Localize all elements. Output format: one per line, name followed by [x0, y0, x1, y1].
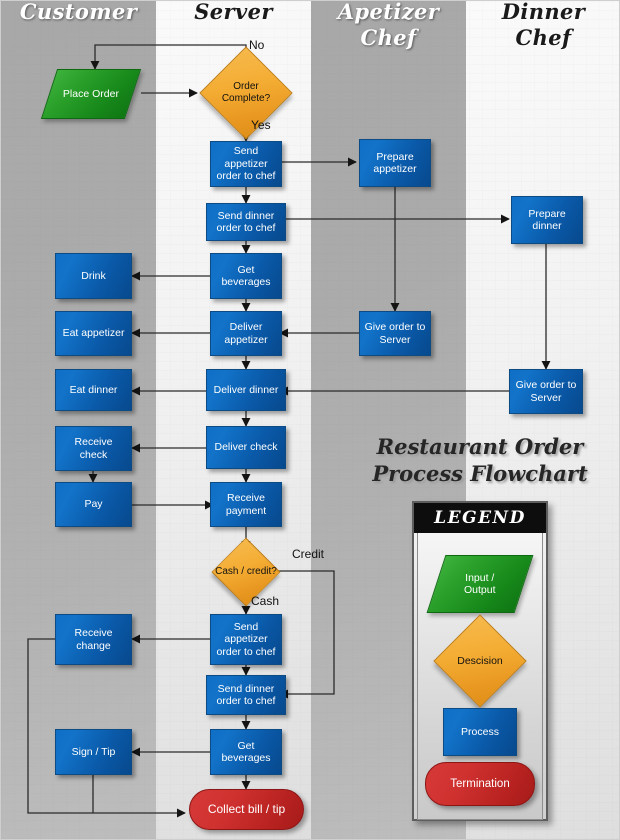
node-deliver-appetizer-label: Deliver appetizer [224, 321, 268, 346]
node-drink[interactable]: Drink [55, 253, 132, 299]
node-send-dinner-order[interactable]: Send dinner order to chef [206, 203, 286, 241]
node-prepare-dinner-label: Prepare dinner [528, 207, 566, 233]
node-prepare-appetizer[interactable]: Prepare appetizer [359, 139, 431, 187]
node-deliver-check-label: Deliver check [214, 441, 278, 454]
edge-label-no: No [249, 38, 265, 52]
termination-icon: Termination [425, 762, 535, 806]
legend-item-input-output: Input / Output [418, 555, 542, 613]
chart-title-line1: Restaurant Order [376, 434, 584, 459]
node-send-dinner-order-label: Send dinner order to chef [216, 209, 276, 235]
node-deliver-dinner-label: Deliver dinner [213, 383, 279, 396]
legend-input-output-line1: Input / [465, 572, 495, 584]
legend-header: LEGEND [414, 503, 546, 533]
flowchart-canvas: Customer Server Apetizer Chef Dinner Che… [0, 0, 620, 840]
node-receive-change-label: Receive change [74, 627, 113, 652]
node-give-order-to-server-dinner-label: Give order to Server [515, 379, 577, 404]
node-give-order-to-server-dinner[interactable]: Give order to Server [509, 369, 583, 414]
node-cash-credit-label: Cash / credit? [215, 566, 277, 577]
node-cash-credit[interactable]: Cash / credit? [211, 537, 281, 607]
legend-body: Input / Output Descision Process Termina [417, 533, 543, 820]
legend-item-decision: Descision [418, 614, 542, 708]
node-get-beverages-2-label: Get beverages [221, 739, 271, 765]
node-receive-change[interactable]: Receive change [55, 614, 132, 665]
node-send-appetizer-order[interactable]: Send appetizer order to chef [210, 141, 282, 187]
node-give-order-to-server-appetizer[interactable]: Give order to Server [359, 311, 431, 356]
legend-panel: LEGEND Input / Output Descision Process … [412, 501, 548, 821]
legend-termination-label: Termination [450, 778, 510, 790]
node-pay[interactable]: Pay [55, 482, 132, 527]
chart-title: Restaurant Order Process Flowchart [349, 433, 611, 487]
node-receive-payment[interactable]: Receive payment [210, 482, 282, 527]
node-get-beverages[interactable]: Get beverages [210, 253, 282, 299]
node-receive-payment-label: Receive payment [225, 492, 267, 517]
chart-title-line2: Process Flowchart [372, 461, 588, 486]
legend-decision-label: Descision [457, 655, 503, 667]
node-eat-appetizer-label: Eat appetizer [62, 327, 125, 340]
node-prepare-dinner[interactable]: Prepare dinner [511, 196, 583, 244]
node-pay-label: Pay [84, 498, 103, 511]
legend-process-label: Process [461, 726, 499, 738]
node-place-order-label: Place Order [62, 87, 120, 100]
node-sign-tip-label: Sign / Tip [71, 745, 116, 758]
node-prepare-appetizer-label: Prepare appetizer [373, 150, 417, 176]
node-collect-bill-tip-label: Collect bill / tip [207, 802, 286, 817]
node-sign-tip[interactable]: Sign / Tip [55, 729, 132, 775]
node-send-appetizer-order-2[interactable]: Send appetizer order to chef [210, 614, 282, 665]
edge-label-credit: Credit [292, 547, 325, 561]
node-receive-check[interactable]: Receive check [55, 426, 132, 471]
legend-item-termination: Termination [418, 762, 542, 806]
process-icon: Process [443, 708, 517, 756]
node-give-order-to-server-appetizer-label: Give order to Server [364, 321, 426, 346]
node-eat-dinner[interactable]: Eat dinner [55, 369, 132, 411]
node-drink-label: Drink [81, 269, 106, 282]
legend-input-output-label: Input / Output [464, 572, 496, 596]
node-send-dinner-order-2-label: Send dinner order to chef [216, 682, 276, 708]
node-eat-appetizer[interactable]: Eat appetizer [55, 311, 132, 356]
edge-label-yes: Yes [251, 118, 271, 132]
input-output-icon: Input / Output [426, 555, 534, 613]
edge-receive-change-to-collect-bill [27, 638, 186, 818]
legend-item-process: Process [418, 708, 542, 756]
edge-label-cash: Cash [251, 594, 280, 608]
node-deliver-dinner[interactable]: Deliver dinner [206, 369, 286, 411]
node-order-complete[interactable]: Order Complete? [199, 46, 293, 140]
node-deliver-check[interactable]: Deliver check [206, 426, 286, 469]
node-place-order[interactable]: Place Order [40, 69, 142, 119]
legend-input-output-line2: Output [464, 584, 496, 596]
node-send-dinner-order-2[interactable]: Send dinner order to chef [206, 675, 286, 715]
node-deliver-appetizer[interactable]: Deliver appetizer [210, 311, 282, 356]
node-collect-bill-tip[interactable]: Collect bill / tip [189, 789, 304, 830]
node-get-beverages-2[interactable]: Get beverages [210, 729, 282, 775]
node-receive-check-label: Receive check [74, 436, 113, 461]
node-send-appetizer-order-label: Send appetizer order to chef [216, 145, 276, 183]
decision-icon: Descision [433, 614, 527, 708]
node-eat-dinner-label: Eat dinner [69, 383, 118, 396]
node-get-beverages-label: Get beverages [221, 263, 271, 289]
node-send-appetizer-order-2-label: Send appetizer order to chef [216, 620, 276, 658]
node-order-complete-label: Order Complete? [221, 81, 271, 104]
